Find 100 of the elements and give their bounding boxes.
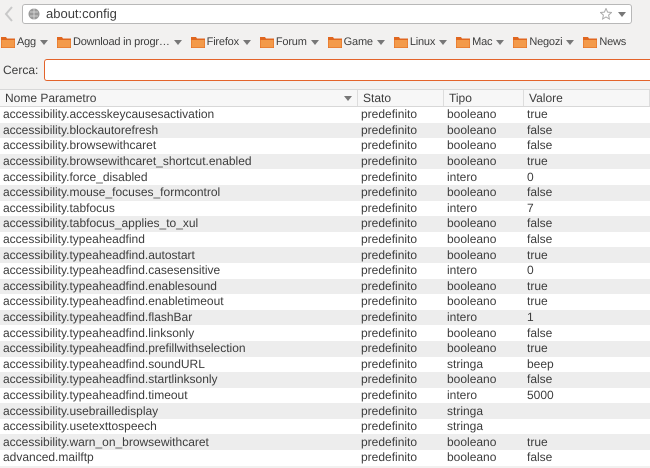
- table-cell: intero: [447, 310, 478, 324]
- table-cell: accessibility.typeaheadfind.timeout: [3, 388, 188, 402]
- bookmark-folder[interactable]: News: [583, 34, 626, 50]
- table-cell: 5000: [527, 388, 554, 402]
- table-cell: accessibility.warn_on_browsewithcaret: [3, 434, 209, 449]
- dropdown-caret-icon: [344, 96, 352, 100]
- folder-icon: [513, 36, 528, 48]
- folder-icon: [1, 36, 15, 48]
- search-field[interactable]: [44, 59, 650, 81]
- table-cell: intero: [447, 200, 478, 215]
- table-cell: 7: [527, 200, 534, 215]
- table-cell: false: [527, 138, 552, 152]
- folder-icon: [190, 36, 205, 48]
- table-cell: predefinito: [361, 154, 418, 168]
- table-cell: stringa: [447, 356, 484, 371]
- bookmark-folder[interactable]: Firefox: [190, 34, 251, 50]
- dropdown-caret-icon: [566, 40, 574, 44]
- table-cell: stringa: [447, 404, 484, 418]
- table-cell: predefinito: [361, 263, 418, 278]
- table-cell: booleano: [447, 154, 496, 168]
- table-cell: predefinito: [361, 326, 418, 340]
- table-cell: false: [527, 122, 552, 137]
- table-cell: predefinito: [361, 341, 418, 356]
- folder-icon: [56, 36, 71, 48]
- table-cell: predefinito: [361, 200, 418, 215]
- dropdown-caret-icon: [376, 40, 385, 44]
- table-cell: booleano: [447, 434, 496, 449]
- table-cell: true: [527, 248, 548, 262]
- table-cell: predefinito: [361, 310, 418, 324]
- dropdown-caret-icon: [310, 40, 319, 44]
- table-cell: predefinito: [361, 434, 418, 449]
- url-text: about:config: [46, 5, 118, 24]
- table-cell: 0: [527, 170, 534, 184]
- table-cell: true: [527, 341, 548, 356]
- table-cell: beep: [527, 356, 554, 371]
- table-cell: false: [527, 232, 552, 246]
- bookmark-folder[interactable]: Negozi: [513, 34, 574, 50]
- table-cell: predefinito: [361, 372, 418, 386]
- dropdown-caret-icon: [439, 40, 448, 44]
- table-cell: predefinito: [361, 388, 418, 402]
- dropdown-caret-icon: [174, 40, 182, 44]
- table-cell: predefinito: [361, 185, 418, 200]
- table-cell: predefinito: [361, 294, 418, 308]
- table-cell: booleano: [447, 372, 496, 386]
- table-cell: predefinito: [361, 278, 418, 293]
- table-cell: accessibility.typeaheadfind.casesensitive: [3, 263, 220, 278]
- table-cell: accessibility.typeaheadfind.startlinksonly: [3, 372, 218, 386]
- column-header[interactable]: Tipo: [444, 90, 524, 106]
- bookmark-folder[interactable]: Linux: [394, 34, 448, 50]
- table-cell: false: [527, 185, 552, 200]
- table-cell: accessibility.usebrailledisplay: [3, 404, 158, 418]
- table-cell: false: [527, 450, 552, 464]
- table-cell: 1: [527, 310, 534, 324]
- table-cell: false: [527, 372, 552, 386]
- table-cell: false: [527, 326, 552, 340]
- table-cell: booleano: [447, 185, 496, 200]
- folder-icon: [394, 36, 408, 48]
- bookmark-folder[interactable]: Forum: [260, 34, 319, 50]
- table-cell: accessibility.blockautorefresh: [3, 122, 158, 137]
- table-cell: booleano: [447, 450, 496, 464]
- star-icon[interactable]: [600, 8, 612, 20]
- table-cell: intero: [447, 170, 478, 184]
- dropdown-caret-icon: [242, 40, 251, 44]
- table-cell: accessibility.browsewithcaret_shortcut.enabled: [3, 154, 252, 168]
- column-header[interactable]: Stato: [358, 90, 444, 106]
- table-cell: true: [527, 154, 548, 168]
- table-cell: predefinito: [361, 107, 418, 122]
- table-cell: accessibility.tabfocus: [3, 200, 115, 215]
- column-header[interactable]: Valore: [524, 90, 650, 106]
- table-cell: booleano: [447, 138, 496, 152]
- table-cell: accessibility.mouse_focuses_formcontrol: [3, 185, 220, 200]
- bookmark-folder[interactable]: Game: [328, 34, 385, 50]
- bookmark-folder[interactable]: Agg: [1, 34, 48, 50]
- table-cell: accessibility.typeaheadfind.linksonly: [3, 326, 194, 340]
- table-cell: accessibility.usetexttospeech: [3, 419, 157, 434]
- table-cell: accessibility.browsewithcaret: [3, 138, 156, 152]
- table-cell: 0: [527, 263, 534, 278]
- table-cell: true: [527, 278, 548, 293]
- table-cell: accessibility.typeaheadfind.enablesound: [3, 278, 217, 293]
- table-cell: booleano: [447, 248, 496, 262]
- column-header[interactable]: Nome Parametro: [0, 90, 358, 106]
- table-cell: booleano: [447, 278, 496, 293]
- search-label: Cerca:: [3, 62, 38, 79]
- table-cell: booleano: [447, 232, 496, 246]
- table-cell: predefinito: [361, 450, 418, 464]
- table-cell: predefinito: [361, 138, 418, 152]
- table-cell: intero: [447, 263, 478, 278]
- bookmark-folder[interactable]: Mac: [456, 34, 504, 50]
- table-cell: booleano: [447, 341, 496, 356]
- table-cell: accessibility.typeaheadfind.autostart: [3, 248, 195, 262]
- table-cell: predefinito: [361, 170, 418, 184]
- table-cell: accessibility.tabfocus_applies_to_xul: [3, 216, 198, 230]
- table-cell: false: [527, 216, 552, 230]
- bookmark-folder[interactable]: Download in progr…: [56, 34, 182, 50]
- table-cell: predefinito: [361, 232, 418, 246]
- table-cell: predefinito: [361, 419, 418, 434]
- table-cell: predefinito: [361, 404, 418, 418]
- address-bar[interactable]: about:config: [22, 4, 632, 24]
- table-cell: accessibility.typeaheadfind.enabletimeout: [3, 294, 224, 308]
- table-cell: accessibility.accesskeycausesactivation: [3, 107, 214, 122]
